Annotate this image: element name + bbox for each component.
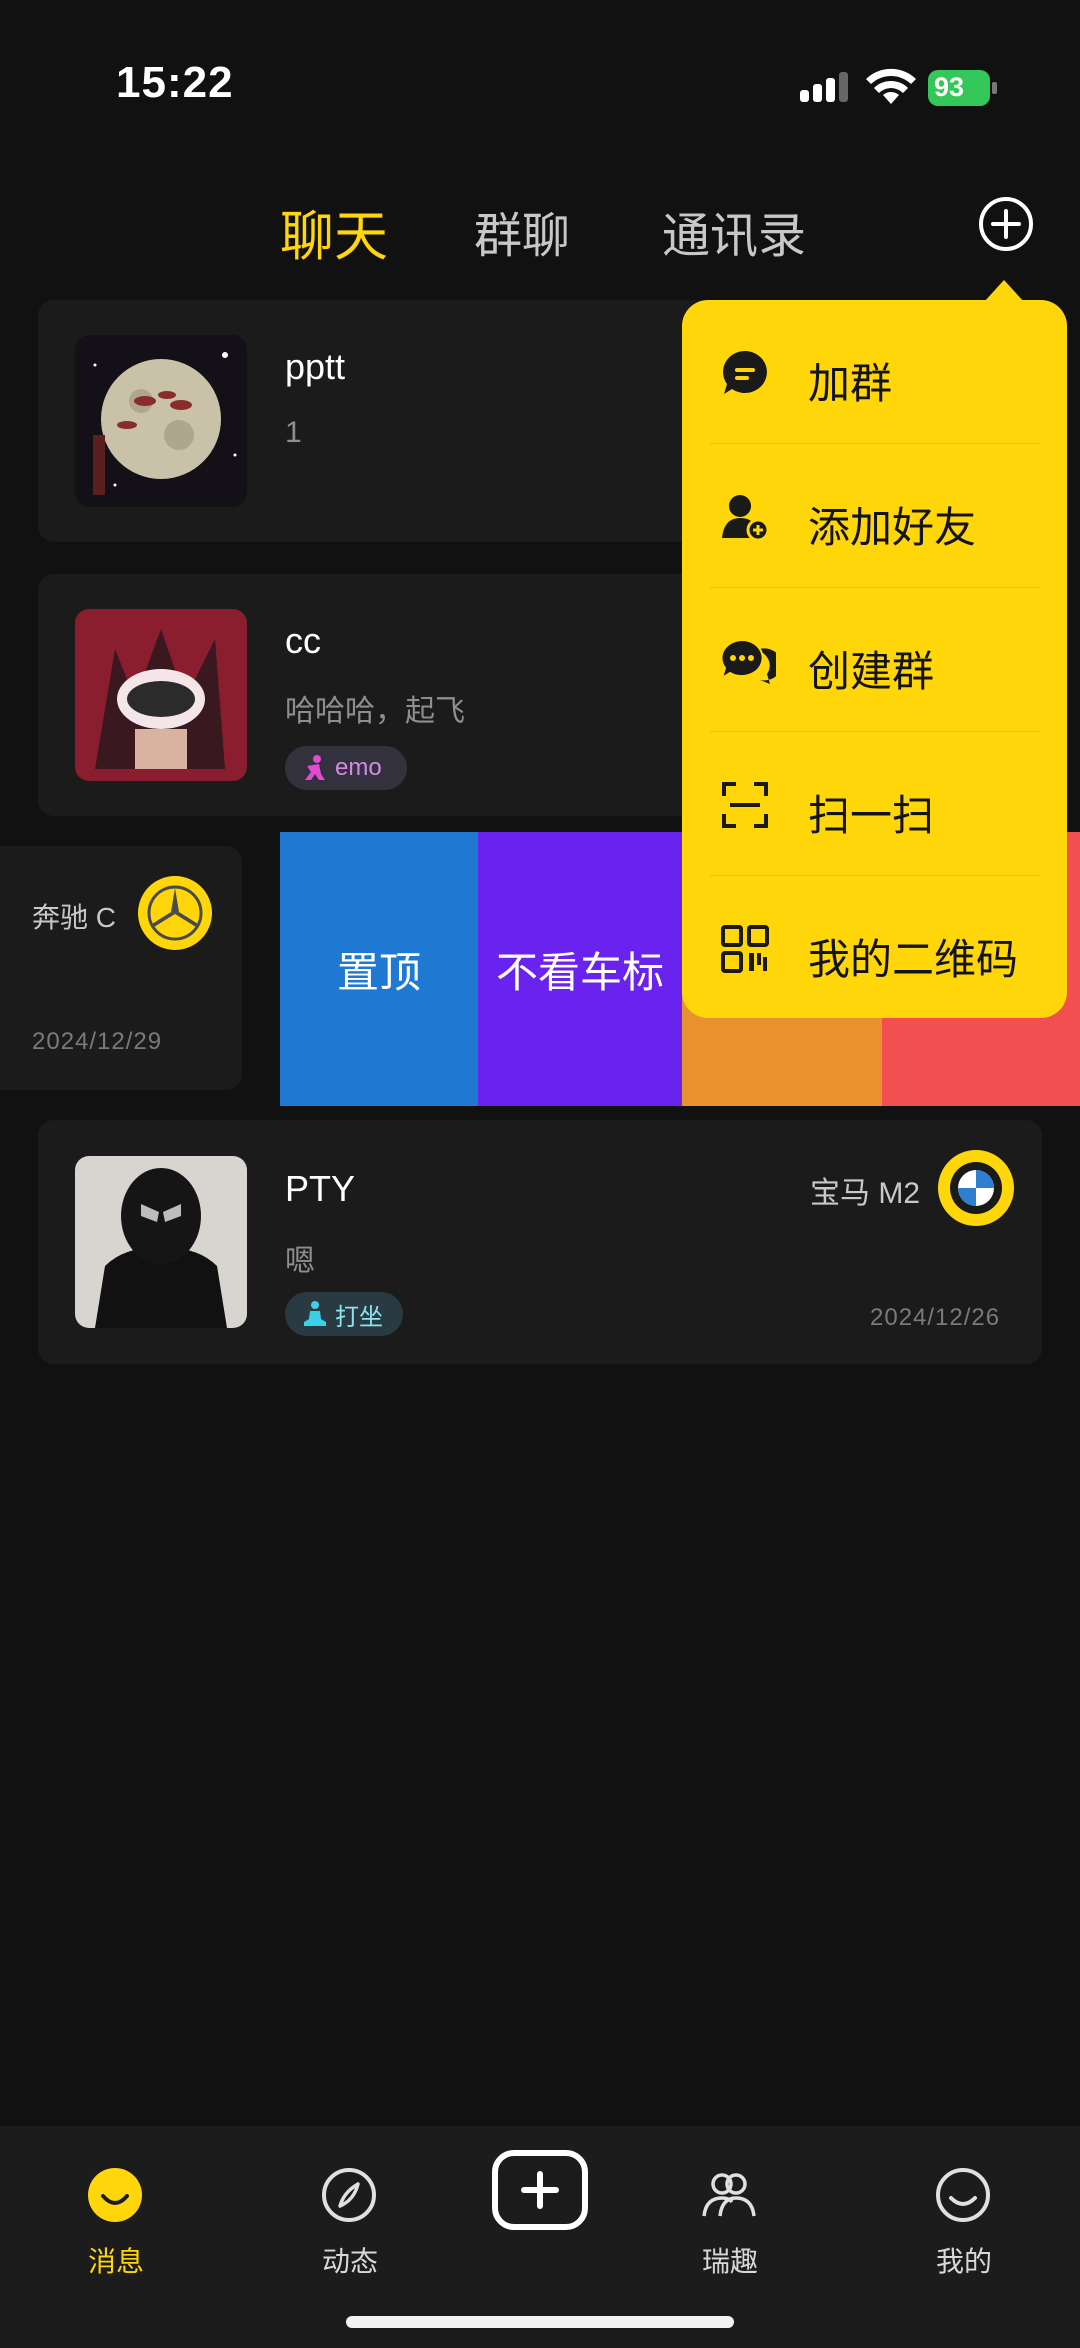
people-icon xyxy=(702,2173,756,2217)
nav-messages[interactable]: 消息 xyxy=(46,2150,186,2290)
avatar xyxy=(75,335,247,507)
nav-label: 我的 xyxy=(935,2246,992,2277)
menu-item-create-group[interactable]: 创建群 xyxy=(682,588,1067,732)
chat-bubble-icon xyxy=(723,351,767,394)
wifi-icon xyxy=(866,68,916,104)
battery-percent: 93 xyxy=(934,72,965,102)
add-menu: 加群 添加好友 创建群 扫一扫 我的二维码 xyxy=(682,300,1067,1018)
compass-icon xyxy=(322,2168,376,2222)
hide-car-logo-label: 不看车标 xyxy=(495,948,664,996)
scan-icon xyxy=(722,782,768,828)
add-circle-icon[interactable] xyxy=(978,196,1034,252)
meditate-person-icon xyxy=(304,1301,326,1326)
car-label: 奔驰 C xyxy=(32,902,117,933)
pin-button[interactable]: 置顶 xyxy=(280,832,478,1106)
mood-tag: emo xyxy=(285,746,407,790)
car-label: 宝马 M2 xyxy=(810,1177,921,1210)
moon-avatar-image xyxy=(75,335,247,507)
group-chat-icon xyxy=(720,638,776,684)
signal-icon xyxy=(800,72,848,102)
nav-label: 动态 xyxy=(321,2246,378,2277)
nav-moments[interactable]: 动态 xyxy=(280,2150,420,2290)
mood-tag-label: 打坐 xyxy=(335,1303,383,1331)
chat-name: PTY xyxy=(285,1168,356,1209)
nav-me[interactable]: 我的 xyxy=(894,2150,1034,2290)
battery-indicator: 93 xyxy=(928,70,998,106)
hooded-avatar-image xyxy=(75,1156,247,1328)
qr-code-icon xyxy=(721,925,769,973)
chat-name: pptt xyxy=(285,346,346,387)
chat-item-pty[interactable]: PTY 嗯 打坐 宝马 M2 2024/12/26 xyxy=(38,1120,1042,1364)
mood-tag-label: emo xyxy=(335,754,382,781)
menu-label: 添加好友 xyxy=(808,504,977,551)
chat-preview: 哈哈哈，起飞 xyxy=(285,695,465,728)
pin-button-label: 置顶 xyxy=(336,948,421,996)
bmw-logo-icon xyxy=(938,1150,1014,1226)
menu-arrow xyxy=(984,280,1024,302)
menu-label: 我的二维码 xyxy=(808,936,1019,983)
menu-label: 创建群 xyxy=(808,648,935,695)
chat-date: 2024/12/26 xyxy=(870,1304,1001,1331)
smile-icon xyxy=(936,2168,990,2222)
plus-icon xyxy=(521,2171,559,2209)
smile-bubble-icon xyxy=(88,2168,142,2222)
tab-contacts[interactable]: 通讯录 xyxy=(662,196,806,266)
bottom-nav: 消息 动态 瑞趣 我的 xyxy=(0,2126,1080,2348)
cartoon-avatar-image xyxy=(75,609,247,781)
nav-ruiqu[interactable]: 瑞趣 xyxy=(660,2150,800,2290)
nav-label: 消息 xyxy=(87,2246,144,2277)
chat-preview: 嗯 xyxy=(285,1245,315,1278)
tab-groups[interactable]: 群聊 xyxy=(474,196,570,266)
hide-car-logo-button[interactable]: 不看车标 xyxy=(478,832,682,1106)
menu-item-join-group[interactable]: 加群 xyxy=(682,300,1067,444)
chat-item-swiped[interactable]: 奔驰 C 2024/12/29 xyxy=(0,846,242,1090)
menu-item-my-qr-code[interactable]: 我的二维码 xyxy=(682,876,1067,1020)
home-indicator xyxy=(346,2316,734,2328)
status-time: 15:22 xyxy=(116,58,234,107)
chat-preview: 1 xyxy=(285,416,302,449)
nav-label: 瑞趣 xyxy=(701,2246,758,2277)
mood-tag: 打坐 xyxy=(285,1292,403,1336)
chat-date: 2024/12/29 xyxy=(32,1028,163,1055)
battery-cap xyxy=(992,82,997,94)
avatar xyxy=(75,609,247,781)
avatar xyxy=(75,1156,247,1328)
nav-post-button[interactable] xyxy=(492,2150,588,2230)
mercedes-logo-icon xyxy=(138,876,212,950)
menu-item-scan[interactable]: 扫一扫 xyxy=(682,732,1067,876)
emo-person-icon xyxy=(305,755,325,780)
tab-chat[interactable]: 聊天 xyxy=(280,192,388,271)
add-user-icon xyxy=(722,495,770,542)
menu-label: 扫一扫 xyxy=(808,792,935,839)
chat-name: cc xyxy=(285,620,321,661)
menu-item-add-friend[interactable]: 添加好友 xyxy=(682,444,1067,588)
menu-label: 加群 xyxy=(808,360,893,407)
